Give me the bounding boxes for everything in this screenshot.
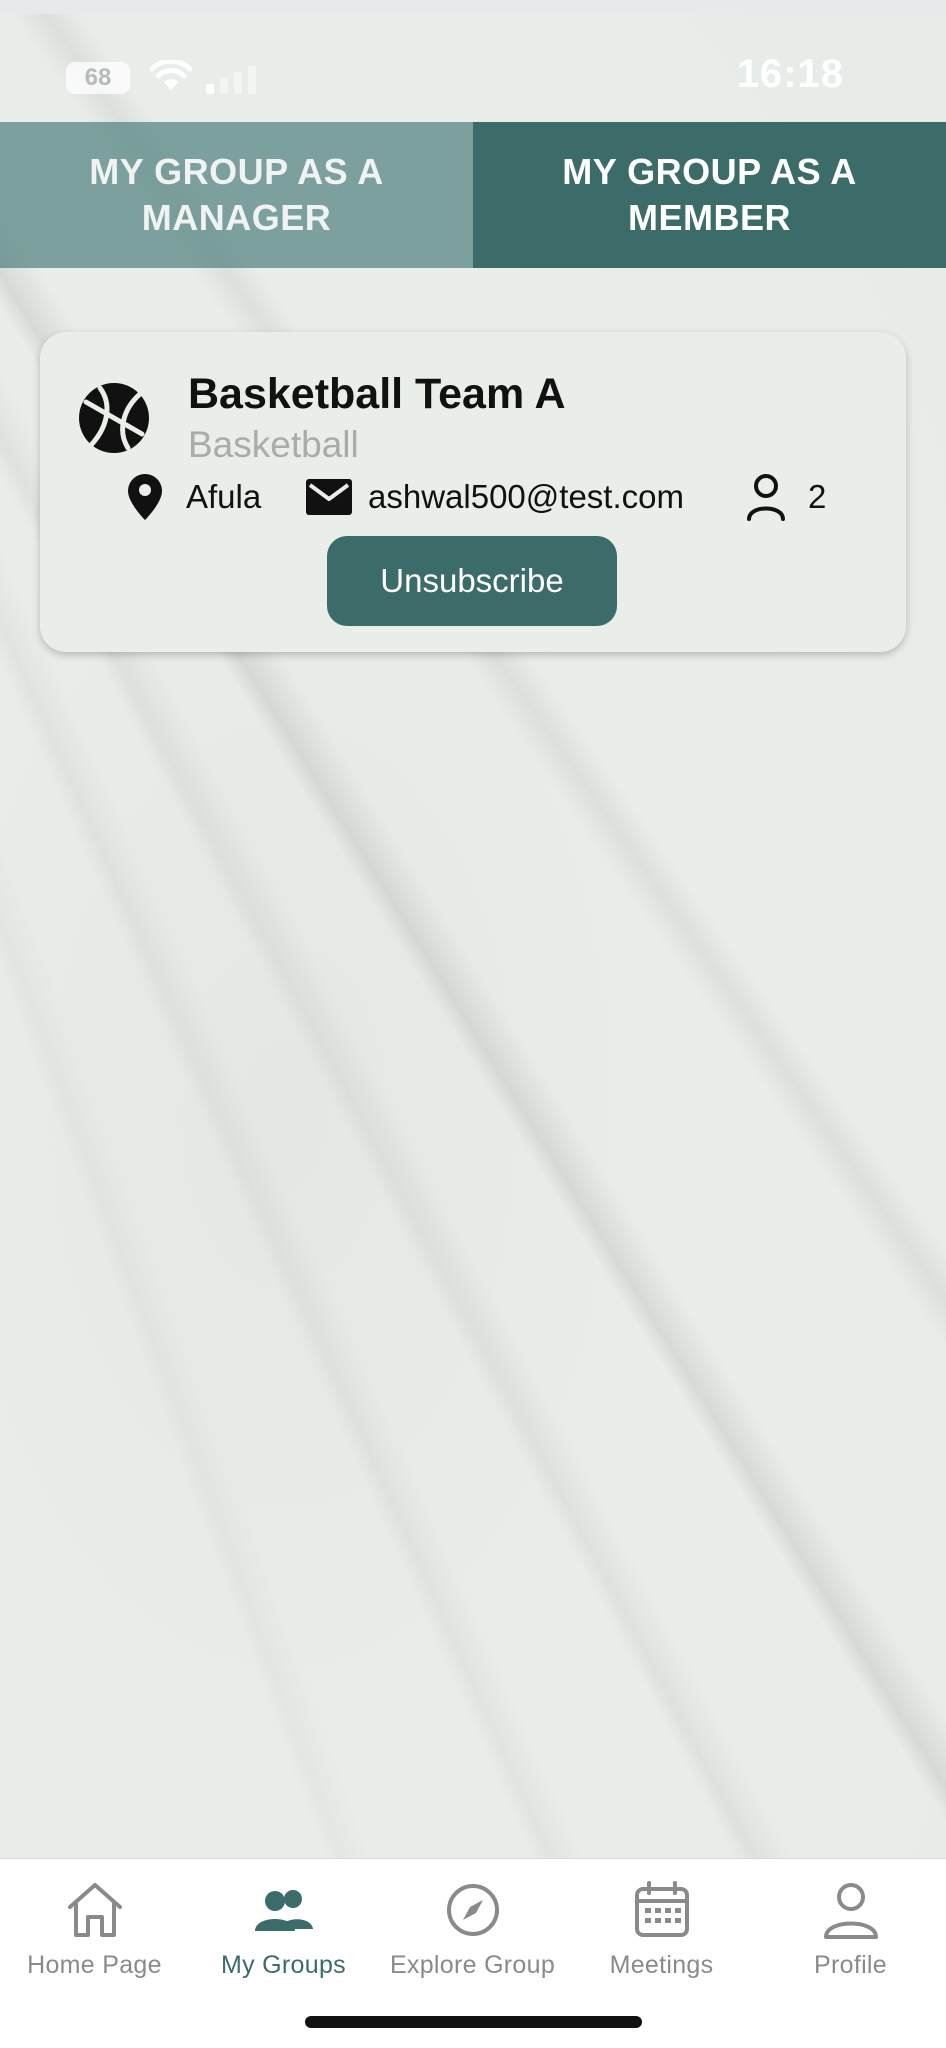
signal-icon bbox=[206, 66, 256, 94]
member-count: 2 bbox=[808, 478, 827, 515]
person-icon bbox=[823, 1883, 878, 1939]
nav-item-profile[interactable]: Profile bbox=[756, 1873, 945, 1993]
groups-icon bbox=[254, 1890, 313, 1931]
nav-item-meetings[interactable]: Meetings bbox=[567, 1873, 756, 1993]
group-city: Afula bbox=[186, 478, 262, 515]
nav-label: Explore Group bbox=[389, 1951, 556, 1979]
marble-background bbox=[0, 0, 946, 1858]
tab-label: MY GROUP AS A MANAGER bbox=[89, 151, 384, 238]
nav-label: Meetings bbox=[609, 1951, 714, 1979]
members-icon bbox=[746, 472, 786, 522]
calendar-icon bbox=[634, 1881, 689, 1937]
group-info-row: Afula ashwal500@test.com 2 bbox=[82, 472, 882, 522]
nav-label: Profile bbox=[814, 1951, 887, 1979]
basketball-icon bbox=[79, 383, 149, 453]
nav-label: My Groups bbox=[221, 1951, 346, 1979]
group-card[interactable]: Basketball Team A Basketball Afula ashwa… bbox=[40, 332, 906, 652]
group-email: ashwal500@test.com bbox=[368, 478, 684, 515]
nav-label: Home Page bbox=[27, 1951, 162, 1979]
top-strip bbox=[0, 0, 946, 14]
home-indicator[interactable] bbox=[305, 2016, 642, 2028]
mail-icon bbox=[306, 472, 352, 522]
wifi-icon bbox=[150, 60, 192, 90]
nav-item-my-groups[interactable]: My Groups bbox=[189, 1873, 378, 1993]
status-bar: 68 16:18 bbox=[0, 14, 946, 114]
nav-item-explore-group[interactable]: Explore Group bbox=[378, 1873, 567, 1993]
unsubscribe-button[interactable]: Unsubscribe bbox=[327, 536, 617, 626]
compass-icon bbox=[446, 1884, 499, 1936]
clock: 16:18 bbox=[736, 52, 844, 96]
tab-my-group-as-member[interactable]: MY GROUP AS A MEMBER bbox=[473, 122, 946, 268]
nav-item-home-page[interactable]: Home Page bbox=[0, 1873, 189, 1993]
group-title: Basketball Team A bbox=[188, 370, 566, 418]
battery-indicator: 68 bbox=[66, 62, 130, 94]
group-tabs: MY GROUP AS A MANAGER MY GROUP AS A MEMB… bbox=[0, 122, 946, 268]
tab-my-group-as-manager[interactable]: MY GROUP AS A MANAGER bbox=[0, 122, 473, 268]
group-category: Basketball bbox=[188, 424, 359, 465]
tab-label: MY GROUP AS A MEMBER bbox=[562, 151, 857, 238]
location-pin-icon bbox=[128, 472, 162, 522]
home-icon bbox=[67, 1883, 122, 1937]
